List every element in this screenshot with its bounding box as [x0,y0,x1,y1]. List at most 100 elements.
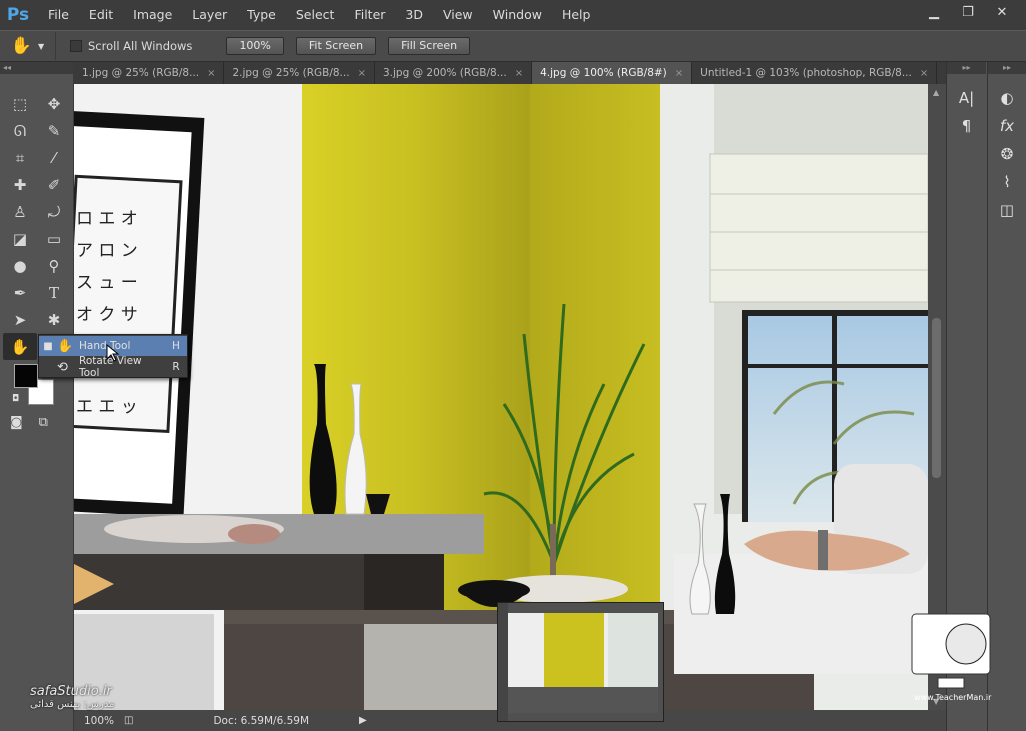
flyout-item-shortcut: H [172,340,180,352]
tab-label: 3.jpg @ 200% (RGB/8... [382,67,507,79]
photoshop-window: Ps File Edit Image Layer Type Select Filter 3D V… [0,0,1026,731]
checkbox-box[interactable] [70,40,82,52]
dock-collapse-handle[interactable]: ▸▸ [947,62,986,74]
art-text-row-3: ス ュ ー [76,273,138,293]
menu-file[interactable]: File [38,0,79,30]
close-tab-icon[interactable]: × [207,68,215,79]
chevron-down-icon: ▼ [38,41,45,51]
menu-window[interactable]: Window [483,0,552,30]
crop-icon[interactable]: ⌗ [3,144,37,171]
menu-select[interactable]: Select [286,0,345,30]
close-tab-icon[interactable]: × [358,68,366,79]
styles-panel-icon[interactable]: fx [988,112,1026,140]
document-tab[interactable]: 3.jpg @ 200% (RGB/8... × [375,62,533,84]
brush-icon[interactable]: ✐ [37,171,71,198]
zoom-100-button[interactable]: 100% [226,37,284,55]
move-tool-icon[interactable]: ✥ [37,90,71,117]
art-text-row-2: ア ロ ン [76,241,138,261]
channels-panel-icon[interactable]: ❂ [988,140,1026,168]
status-menu-arrow-icon[interactable]: ▶ [359,715,367,726]
path-selection-icon[interactable]: ➤ [3,306,37,333]
foreground-color-swatch[interactable] [14,364,38,388]
teacherman-logo [911,613,991,689]
watermark-left-text: safaStudio.ir [30,684,112,699]
paragraph-panel-icon[interactable]: ¶ [947,112,986,140]
mouse-cursor-icon [106,344,120,362]
art-text-row-1: ロ エ オ [76,209,138,229]
clone-stamp-icon[interactable]: ♙ [3,198,37,225]
flyout-item-label: Rotate View Tool [79,355,142,379]
paths-panel-icon[interactable]: ⌇ [988,168,1026,196]
menu-image[interactable]: Image [123,0,182,30]
menu-3d[interactable]: 3D [395,0,433,30]
hand-icon: ✋ [10,36,32,56]
restore-button[interactable]: ❐ [952,3,984,21]
document-tab[interactable]: 2.jpg @ 25% (RGB/8... × [224,62,375,84]
menu-filter[interactable]: Filter [344,0,395,30]
menu-edit[interactable]: Edit [79,0,123,30]
fill-screen-button[interactable]: Fill Screen [388,37,471,55]
eyedropper-icon[interactable]: ⁄ [37,144,71,171]
watermark-left-subtext: مدرس: بهنس قدائی [30,699,115,710]
flyout-item-shortcut: R [172,361,180,373]
close-tab-icon[interactable]: × [675,68,683,79]
watermark-left: safaStudio.ir مدرس: بهنس قدائی [30,684,114,710]
document-tab[interactable]: 4.jpg @ 100% (RGB/8#) × [532,62,693,84]
blur-icon[interactable]: ● [3,252,37,279]
art-text-row-5: エ エ ッ [76,397,138,417]
tool-preset-picker[interactable]: ✋ ▼ [0,32,56,60]
tab-label: 1.jpg @ 25% (RGB/8... [82,67,200,79]
minimize-button[interactable]: ▁ [918,3,950,21]
document-tab[interactable]: 1.jpg @ 25% (RGB/8... × [74,62,225,84]
proof-icon: ◫ [124,715,134,726]
document-size: Doc: 6.59M/6.59M [213,714,310,727]
scroll-up-icon[interactable]: ▲ [933,88,939,97]
rectangular-marquee-icon[interactable]: ⬚ [3,90,37,117]
healing-brush-icon[interactable]: ✚ [3,171,37,198]
scroll-all-windows-checkbox[interactable]: Scroll All Windows [70,39,192,53]
app-logo: Ps [6,5,30,25]
hand-tool-icon[interactable]: ✋ [3,333,37,360]
flyout-item-label: Hand Tool [79,340,131,352]
gradient-icon[interactable]: ▭ [37,225,71,252]
quick-mask-icon[interactable]: ◙ [10,415,23,430]
3d-panel-icon[interactable]: ◫ [988,196,1026,224]
history-brush-icon[interactable]: ⤾ [37,198,71,225]
selected-bullet-icon: ■ [43,340,53,352]
fit-screen-button[interactable]: Fit Screen [295,37,377,55]
eraser-icon[interactable]: ◪ [3,225,37,252]
main-menu: File Edit Image Layer Type Select Filter 3D View… [38,0,600,30]
document-tabs: 1.jpg @ 25% (RGB/8... × 2.jpg @ 25% (RGB/8… [74,62,946,84]
tools-panel: ◂◂ ⬚ ✥ ᘏ ✎ ⌗ ⁄ ✚ ✐ ♙ ⤾ ◪ ▭ ● ⚲ ✒ T ➤ ✱ ✋… [0,62,74,731]
scroll-all-windows-label: Scroll All Windows [88,39,193,53]
panel-collapse-handle[interactable]: ◂◂ [0,62,73,74]
document-tab[interactable]: Untitled-1 @ 103% (photoshop, RGB/8... × [692,62,938,84]
dock-collapse-handle-2[interactable]: ▸▸ [988,62,1026,74]
character-panel-icon[interactable]: A| [947,84,986,112]
menu-type[interactable]: Type [237,0,286,30]
close-tab-icon[interactable]: × [515,68,523,79]
custom-shape-icon[interactable]: ✱ [37,306,71,333]
pen-icon[interactable]: ✒ [3,279,37,306]
lasso-icon[interactable]: ᘏ [3,117,37,144]
quick-selection-icon[interactable]: ✎ [37,117,71,144]
tab-label: Untitled-1 @ 103% (photoshop, RGB/8... [700,67,912,79]
menu-view[interactable]: View [433,0,483,30]
dodge-icon[interactable]: ⚲ [37,252,71,279]
scrollbar-thumb[interactable] [932,318,941,478]
default-colors-icon[interactable]: ◘ [12,394,19,404]
tab-label: 4.jpg @ 100% (RGB/8#) [540,67,667,79]
art-text-row-4: オ ク サ [76,305,138,325]
menu-bar: Ps File Edit Image Layer Type Select Filter 3D V… [0,0,1026,30]
watermark-right-text: www.TeacherMan.ir [914,693,992,702]
adjustments-panel-icon[interactable]: ◐ [988,84,1026,112]
close-button[interactable]: ✕ [986,3,1018,21]
menu-help[interactable]: Help [552,0,601,30]
close-tab-icon[interactable]: × [920,68,928,79]
screen-mode-icon[interactable]: ⧉ [39,415,48,430]
menu-layer[interactable]: Layer [182,0,237,30]
type-icon[interactable]: T [37,279,71,306]
options-bar: ✋ ▼ Scroll All Windows 100% Fit Screen F… [0,30,1026,62]
zoom-level[interactable]: 100% [74,715,124,727]
tab-label: 2.jpg @ 25% (RGB/8... [232,67,350,79]
